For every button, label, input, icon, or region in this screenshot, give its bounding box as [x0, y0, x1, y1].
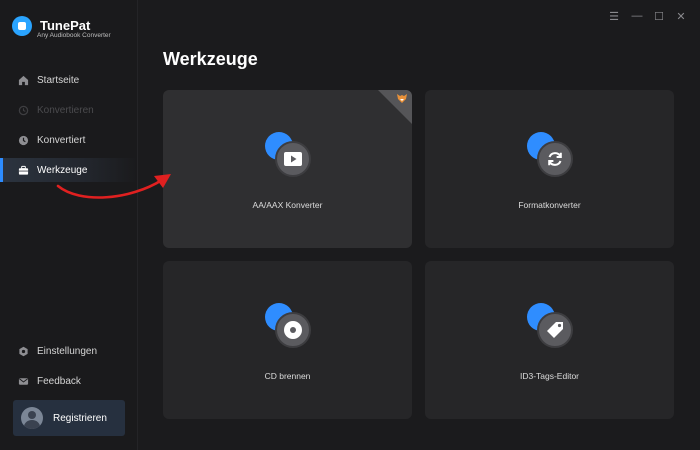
- clock-icon: [18, 135, 29, 145]
- toolbox-icon: [18, 165, 29, 175]
- app-window: TunePat Any Audiobook Converter Startsei…: [0, 0, 700, 450]
- sidebar-item-feedback[interactable]: Feedback: [0, 369, 138, 393]
- avatar: [21, 407, 43, 429]
- register-button[interactable]: Registrieren: [13, 400, 125, 436]
- tool-icon: [265, 132, 311, 177]
- close-button[interactable]: ✕: [674, 10, 688, 23]
- convert-icon: [18, 105, 29, 115]
- sidebar-item-label: Einstellungen: [37, 345, 98, 357]
- app-logo-icon: [12, 16, 32, 36]
- sidebar-item-einstellungen[interactable]: Einstellungen: [0, 339, 138, 363]
- tag-icon: [547, 322, 563, 338]
- maximize-button[interactable]: ☐: [652, 10, 666, 23]
- fox-icon: [397, 94, 407, 103]
- tool-icon: [527, 303, 573, 348]
- page-title: Werkzeuge: [163, 49, 258, 69]
- tool-card-label: AA/AAX Konverter: [252, 200, 323, 210]
- annotation-arrow: [56, 174, 171, 199]
- tool-card-id3-tags-editor[interactable]: ID3-Tags-Editor: [425, 261, 674, 419]
- play-icon: [284, 152, 302, 166]
- tool-card-label: Formatkonverter: [518, 200, 581, 210]
- tool-card-formatkonverter[interactable]: Formatkonverter: [425, 90, 674, 248]
- minimize-button[interactable]: —: [630, 10, 644, 22]
- gear-icon: [19, 346, 28, 356]
- sidebar-item-label: Startseite: [37, 74, 80, 86]
- sidebar-item-konvertieren[interactable]: Konvertieren: [0, 98, 138, 122]
- sidebar: TunePat Any Audiobook Converter Startsei…: [0, 0, 138, 450]
- tool-card-label: ID3-Tags-Editor: [519, 371, 580, 381]
- tool-icon: [265, 303, 311, 348]
- register-label: Registrieren: [53, 412, 107, 424]
- tool-icon: [527, 132, 573, 177]
- menu-icon[interactable]: ☰: [607, 10, 621, 23]
- app-name: TunePat: [40, 18, 91, 33]
- tool-card-aa-aax-konverter[interactable]: AA/AAX Konverter: [163, 90, 412, 248]
- disc-icon: [284, 321, 302, 339]
- sidebar-item-label: Konvertieren: [37, 104, 94, 116]
- tool-card-label: CD brennen: [264, 371, 311, 381]
- sidebar-item-startseite[interactable]: Startseite: [0, 68, 138, 92]
- sidebar-item-label: Feedback: [37, 375, 81, 387]
- sidebar-item-label: Konvertiert: [37, 134, 86, 146]
- mail-icon: [18, 377, 29, 385]
- tool-card-cd-brennen[interactable]: CD brennen: [163, 261, 412, 419]
- refresh-icon: [548, 152, 562, 166]
- sidebar-item-konvertiert[interactable]: Konvertiert: [0, 128, 138, 152]
- home-icon: [18, 75, 29, 85]
- app-subtitle: Any Audiobook Converter: [37, 32, 111, 39]
